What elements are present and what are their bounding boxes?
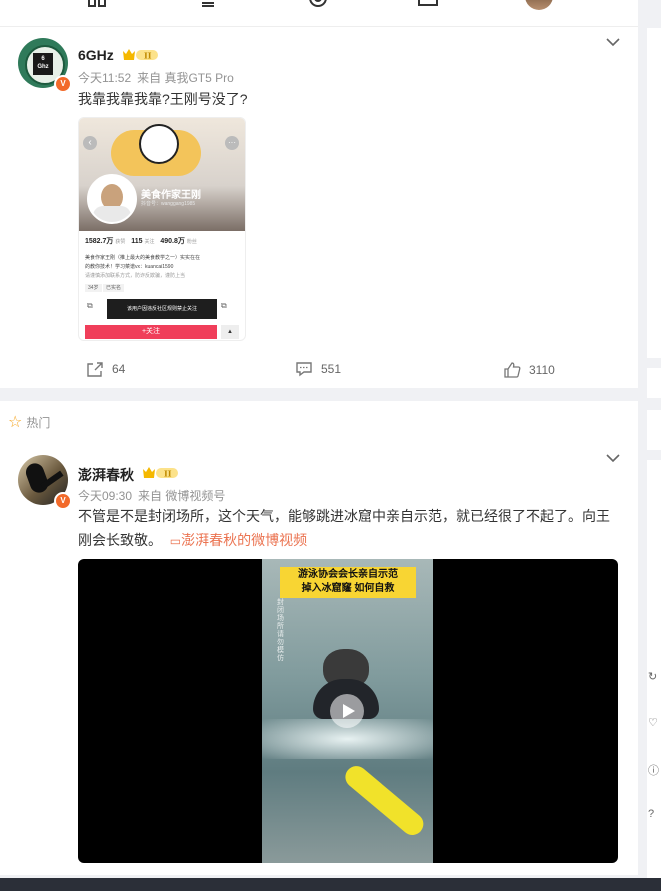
- like-button[interactable]: 3110: [503, 362, 555, 378]
- post-time[interactable]: 今天11:52: [78, 71, 131, 85]
- avatar-chip-text: 6 Ghz: [33, 53, 53, 75]
- side-panel: [647, 28, 661, 358]
- author-name[interactable]: 澎湃春秋: [78, 465, 134, 485]
- post-source: 来自 微博视频号: [138, 489, 226, 503]
- comment-count: 551: [321, 362, 342, 376]
- follow-button: +关注: [85, 325, 217, 339]
- post-source: 来自 真我GT5 Pro: [137, 71, 234, 85]
- info-icon[interactable]: ⓘ: [648, 762, 659, 778]
- play-icon[interactable]: [330, 694, 364, 728]
- video-side-text: 封闭场所 请勿模仿: [277, 599, 284, 662]
- video-icon[interactable]: [307, 0, 329, 14]
- share-count: 64: [112, 362, 126, 376]
- feed-card: 6 Ghz V 6GHz II 今天11:52 来自 真我GT5 Pro 我靠我靠我…: [0, 27, 638, 388]
- chevron-down-icon[interactable]: [606, 37, 620, 47]
- chevron-down-icon[interactable]: [606, 453, 620, 463]
- post-meta: 今天11:52 来自 真我GT5 Pro: [78, 69, 234, 86]
- profile-stats: 1582.7万 获赞 115 关注 490.8万 粉丝: [85, 238, 197, 245]
- bottom-bar: [0, 878, 661, 891]
- user-avatar[interactable]: [525, 0, 553, 10]
- comment-icon: [296, 362, 312, 377]
- like-count: 3110: [529, 363, 555, 377]
- hot-label: ☆ 热门: [8, 414, 51, 431]
- profile-avatar: [87, 174, 137, 224]
- star-icon: ☆: [8, 414, 23, 431]
- side-panel: [647, 368, 661, 398]
- refresh-icon[interactable]: ↻: [648, 670, 657, 683]
- video-caption: 游泳协会会长亲自示范 掉入冰窟窿 如何自救: [280, 567, 416, 598]
- back-arrow-icon: ‹: [83, 136, 97, 150]
- svg-text:II: II: [164, 469, 172, 479]
- profile-name: 美食作家王刚: [141, 190, 201, 201]
- top-nav: [0, 0, 638, 27]
- thumb-up-icon: [504, 362, 521, 378]
- grid-small-icon: ⧉: [221, 301, 227, 310]
- vip-level-badge: II: [122, 48, 158, 62]
- side-panel: [647, 410, 661, 450]
- svg-text:II: II: [144, 51, 152, 61]
- feed-card: ☆ 热门 V 澎湃春秋 II 今天09:30 来自 微博视频号 不管是不是封闭场所…: [0, 401, 638, 875]
- video-link-icon: ▭: [169, 534, 182, 548]
- comment-button[interactable]: 551: [295, 361, 341, 377]
- help-icon[interactable]: ?: [648, 808, 654, 820]
- post-text: 我靠我靠我靠?王刚号没了?: [78, 91, 248, 107]
- share-small-icon: ⧉: [87, 301, 93, 310]
- video-player[interactable]: 游泳协会会长亲自示范 掉入冰窟窿 如何自救 封闭场所 请勿模仿: [78, 559, 618, 863]
- heart-icon[interactable]: ♡: [648, 716, 658, 729]
- dropdown-small-icon: ▲: [221, 325, 239, 339]
- profile-tags: 34岁 已实名: [85, 284, 124, 292]
- post-meta: 今天09:30 来自 微博视频号: [78, 487, 225, 504]
- share-icon: [87, 362, 103, 377]
- share-button[interactable]: 64: [86, 361, 125, 377]
- blocked-banner: 该用户因违反社区规则禁止关注: [107, 299, 217, 319]
- profile-bio: 美食作家王刚（推上最大的美食教学之一）实实在在 的教你技术！学习菜谱vx：kua…: [85, 255, 201, 279]
- layers-icon[interactable]: [197, 0, 219, 14]
- vip-level-badge: II: [142, 466, 178, 480]
- verified-badge-icon: V: [54, 75, 72, 93]
- author-name[interactable]: 6GHz: [78, 47, 114, 63]
- post-time[interactable]: 今天09:30: [78, 489, 132, 503]
- verified-badge-icon: V: [54, 492, 72, 510]
- more-icon: ···: [225, 136, 239, 150]
- profile-id: 抖音号：wanggang1985: [141, 201, 196, 207]
- grid-icon[interactable]: [86, 0, 108, 14]
- video-link[interactable]: ▭澎湃春秋的微博视频: [170, 532, 307, 548]
- post-image[interactable]: ‹ ··· 美食作家王刚 抖音号：wanggang1985 1582.7万 获赞…: [78, 117, 246, 341]
- message-icon[interactable]: [417, 0, 439, 14]
- cartoon-chef-icon: [139, 124, 179, 164]
- post-text: 不管是不是封闭场所，这个天气，能够跳进冰窟中亲自示范，就已经很了不起了。向王 刚…: [78, 508, 610, 548]
